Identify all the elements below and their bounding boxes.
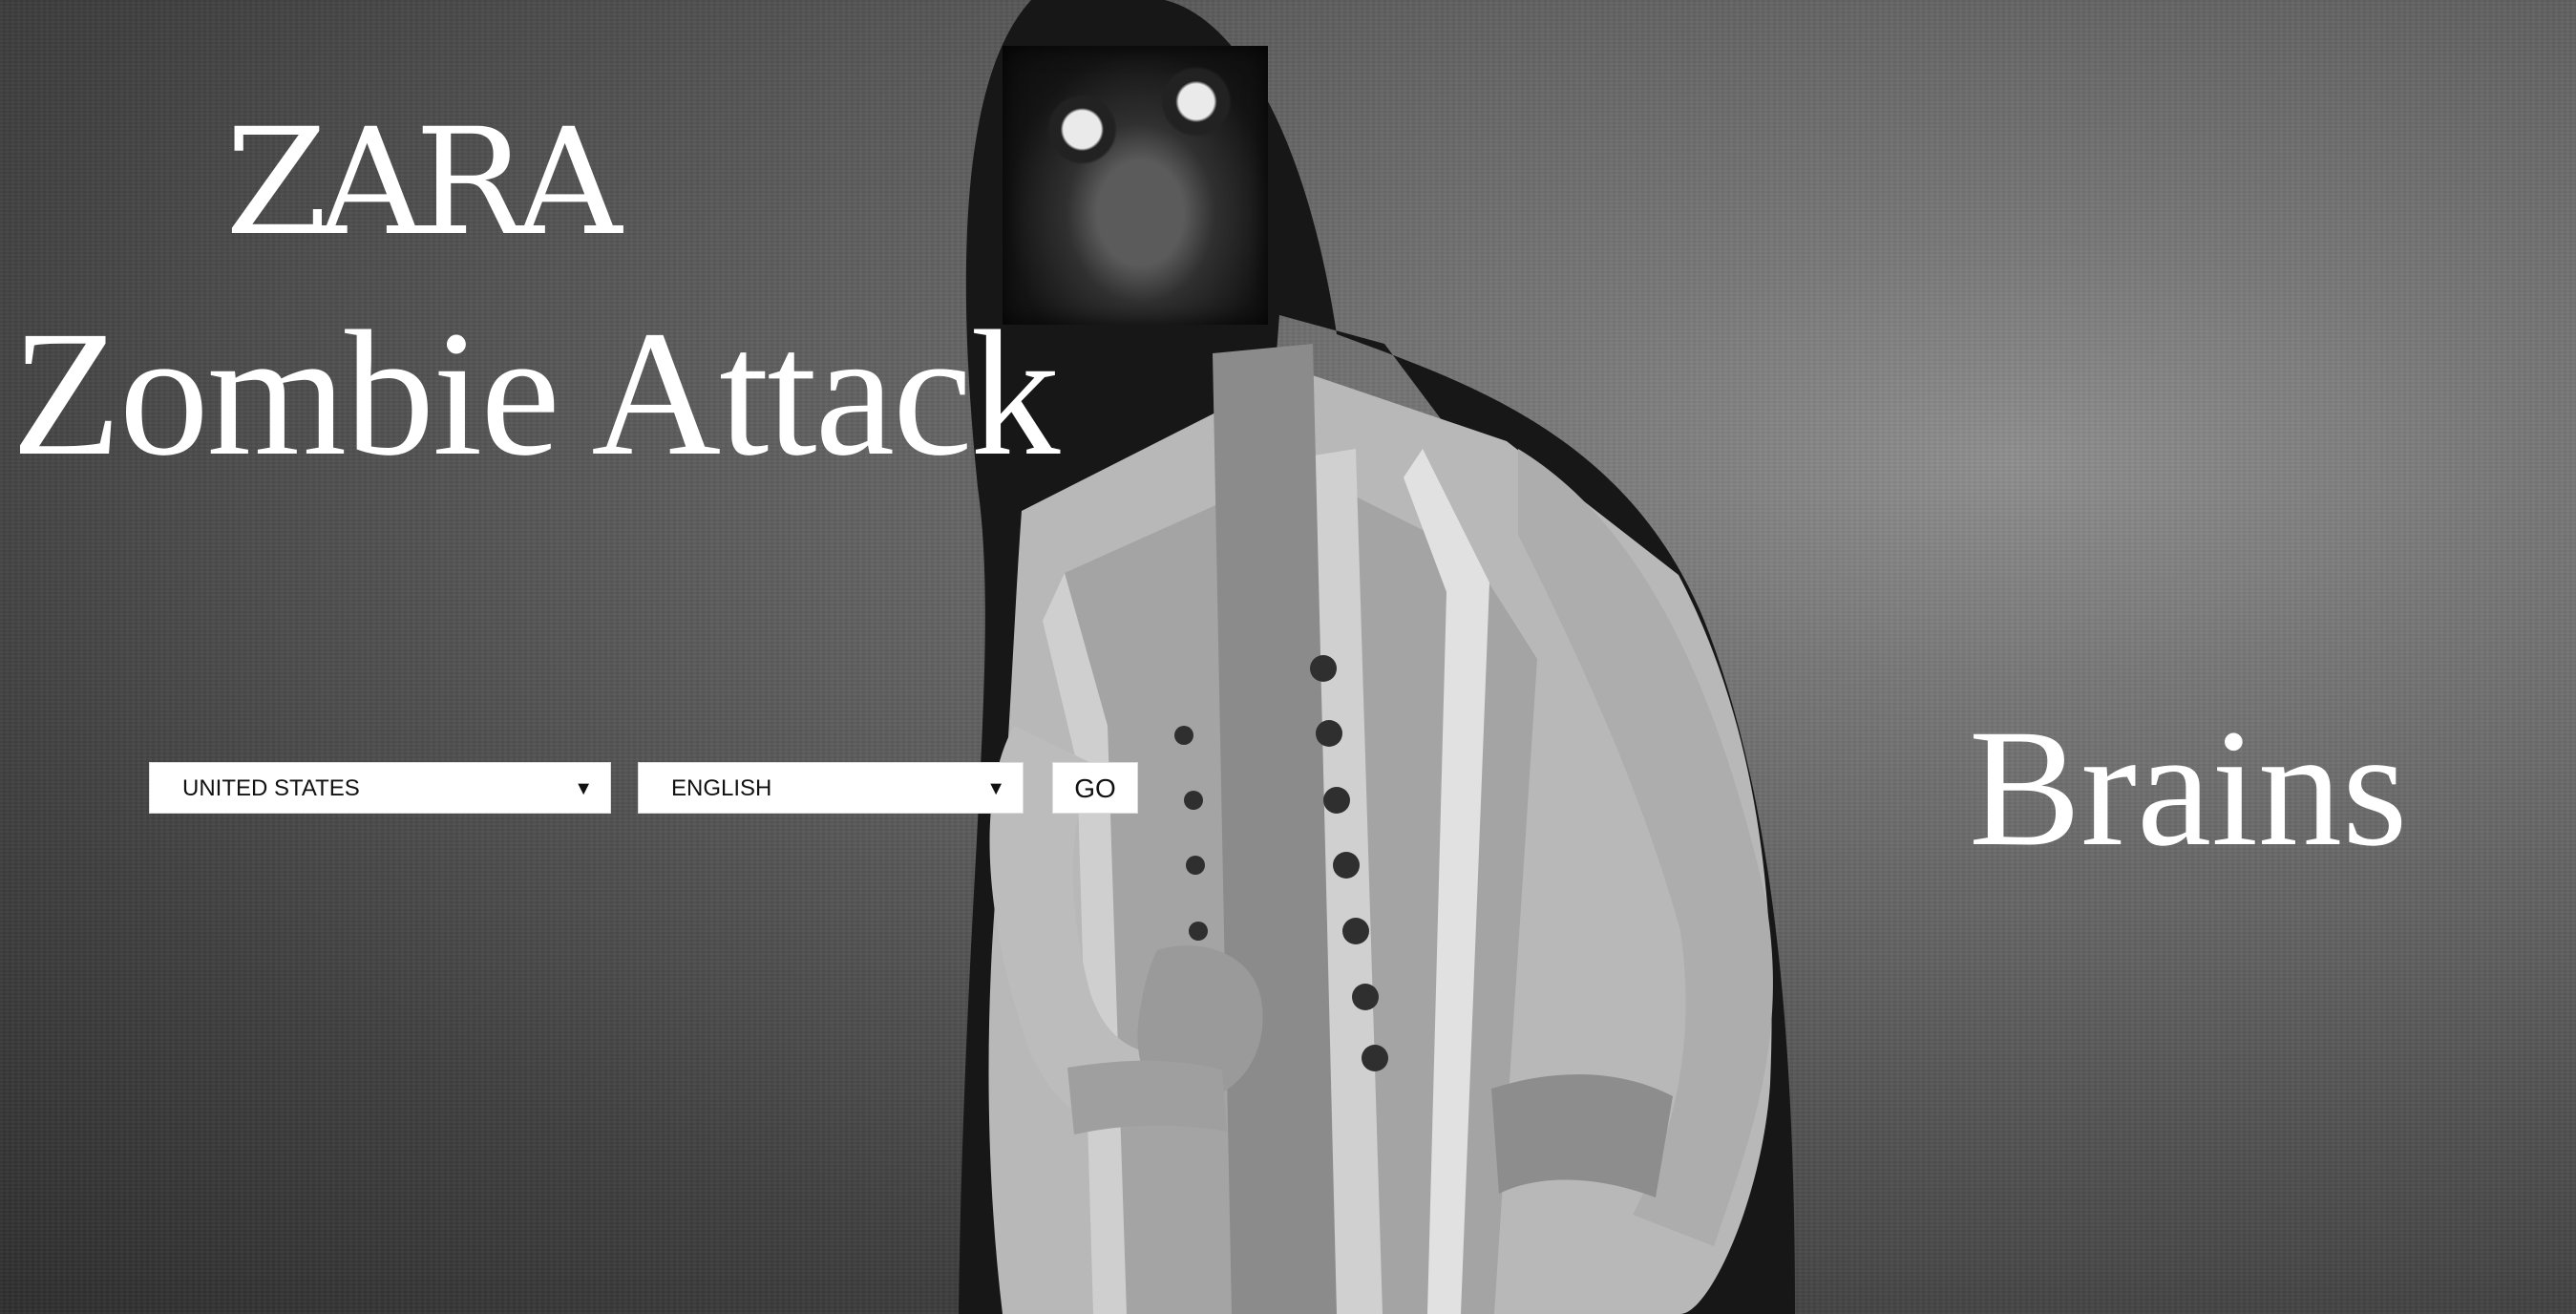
chevron-down-icon: ▼ xyxy=(574,778,593,799)
go-button[interactable]: GO xyxy=(1052,762,1138,814)
country-value: UNITED STATES xyxy=(182,775,360,801)
zombie-face-image xyxy=(1003,46,1268,325)
language-select[interactable]: ENGLISH ▼ xyxy=(638,762,1024,814)
page-title: Zombie Attack xyxy=(11,293,1060,493)
country-select[interactable]: UNITED STATES ▼ xyxy=(149,762,611,814)
language-value: ENGLISH xyxy=(671,775,772,801)
side-caption: Brains xyxy=(1969,695,2408,881)
chevron-down-icon: ▼ xyxy=(986,778,1005,799)
zara-logo: ZARA xyxy=(225,97,622,268)
